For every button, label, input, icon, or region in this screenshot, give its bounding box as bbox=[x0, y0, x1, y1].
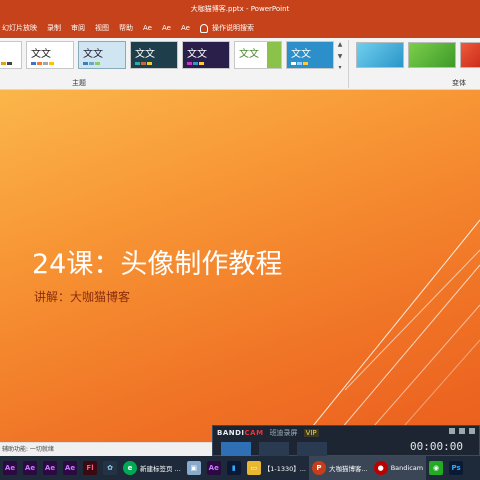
slide-title[interactable]: 24课：头像制作教程 bbox=[32, 242, 282, 281]
after-effects-icon: Ae bbox=[23, 461, 37, 475]
after-effects-icon: Ae bbox=[63, 461, 77, 475]
taskbar-item[interactable]: ✿ bbox=[100, 456, 120, 480]
tab-help[interactable]: 帮助 bbox=[119, 23, 133, 33]
bandicam-logo: BANDICAM bbox=[217, 429, 264, 437]
taskbar-item[interactable]: Ae bbox=[60, 456, 80, 480]
bandicam-product-name: 班迪录屏 bbox=[269, 429, 298, 437]
taskbar-item[interactable]: Ae bbox=[0, 456, 20, 480]
minimize-icon[interactable] bbox=[459, 428, 465, 434]
taskbar-item[interactable]: Ps bbox=[446, 456, 466, 480]
taskbar-item[interactable]: Ae bbox=[204, 456, 224, 480]
wechat-icon: ◉ bbox=[429, 461, 444, 475]
taskbar-item[interactable]: Ae bbox=[20, 456, 40, 480]
theme-thumb-pattern[interactable]: 文文 bbox=[78, 41, 126, 69]
photo-viewer-icon: ▣ bbox=[186, 461, 201, 475]
close-icon[interactable] bbox=[469, 428, 475, 434]
tab-view[interactable]: 视图 bbox=[95, 23, 109, 33]
variant-thumb-red[interactable] bbox=[460, 42, 480, 68]
ribbon-tabs: 幻灯片放映 录制 审阅 视图 帮助 Ae Ae Ae 操作说明搜索 bbox=[0, 18, 480, 38]
animate-icon: Fl bbox=[83, 461, 97, 475]
theme-sample-text: 文文 bbox=[187, 49, 207, 60]
variants-group-label: 变体 bbox=[452, 79, 466, 87]
variant-thumb-blue[interactable] bbox=[356, 42, 404, 68]
tab-record[interactable]: 录制 bbox=[47, 23, 61, 33]
bandicam-window-controls bbox=[449, 428, 475, 434]
edge-icon: e bbox=[123, 461, 137, 475]
chevron-up-icon[interactable]: ▲ bbox=[338, 41, 343, 48]
record-timer: 00:00:00 bbox=[410, 440, 463, 453]
taskbar-item[interactable]: ▮ bbox=[224, 456, 244, 480]
tab-ae-2[interactable]: Ae bbox=[162, 24, 171, 32]
app-icon: ✿ bbox=[103, 461, 117, 475]
tell-me-label: 操作说明搜索 bbox=[211, 24, 254, 32]
taskbar-item-folder[interactable]: ▭ 【1-1330】... bbox=[244, 456, 309, 480]
theme-thumb-partial[interactable] bbox=[0, 41, 22, 69]
theme-thumb-purple[interactable]: 文文 bbox=[182, 41, 230, 69]
ribbon-divider bbox=[348, 40, 349, 88]
chevron-down-icon[interactable]: ▼ bbox=[338, 53, 343, 60]
taskbar-item[interactable]: ◉ bbox=[426, 456, 446, 480]
theme-thumb-teal[interactable]: 文文 bbox=[130, 41, 178, 69]
photoshop-icon: Ps bbox=[449, 461, 464, 475]
after-effects-icon: Ae bbox=[206, 461, 221, 475]
theme-sample-text: 文文 bbox=[291, 49, 311, 60]
taskbar-item[interactable]: Ae bbox=[40, 456, 60, 480]
taskbar-item-bandicam[interactable]: ● Bandicam bbox=[370, 456, 427, 480]
taskbar: Ae Ae Ae Ae Fl ✿ e 新建标签页 ... ▣ Ae ▮ ▭ 【1-1… bbox=[0, 456, 480, 480]
more-icon[interactable]: ▾ bbox=[338, 64, 341, 71]
taskbar-label: 新建标签页 ... bbox=[140, 465, 181, 473]
themes-group-label: 主题 bbox=[72, 79, 86, 87]
theme-thumb-green[interactable]: 文文 bbox=[234, 41, 282, 69]
after-effects-icon: Ae bbox=[3, 461, 17, 475]
theme-sample-text: 文文 bbox=[239, 49, 259, 60]
folder-icon: ▭ bbox=[246, 461, 261, 475]
bandicam-window[interactable]: BANDICAM 班迪录屏 VIP 00:00:00 bbox=[212, 425, 480, 456]
after-effects-icon: Ae bbox=[43, 461, 57, 475]
taskbar-label: 大咖猫博客... bbox=[329, 465, 368, 473]
status-text: 辅助功能: 一切就绪 bbox=[2, 446, 54, 453]
lightbulb-icon bbox=[199, 23, 208, 33]
taskbar-label: 【1-1330】... bbox=[263, 465, 306, 473]
record-icon: ● bbox=[373, 461, 388, 475]
theme-sample-text: 文文 bbox=[83, 49, 103, 60]
taskbar-label: Bandicam bbox=[390, 464, 424, 472]
tab-slideshow[interactable]: 幻灯片放映 bbox=[2, 23, 37, 33]
taskbar-item-powerpoint[interactable]: P 大咖猫博客... bbox=[309, 456, 371, 480]
taskbar-item[interactable]: ▣ bbox=[184, 456, 204, 480]
photoshop-icon: ▮ bbox=[226, 461, 241, 475]
slide-subtitle[interactable]: 讲解：大咖猫博客 bbox=[34, 288, 130, 305]
theme-sample-text: 文文 bbox=[31, 49, 51, 60]
powerpoint-icon: P bbox=[312, 461, 326, 475]
theme-sample-text: 文文 bbox=[135, 49, 155, 60]
theme-thumb-office[interactable]: 文文 bbox=[26, 41, 74, 69]
tab-ae-1[interactable]: Ae bbox=[143, 24, 152, 32]
window-title: 大咖猫博客.pptx - PowerPoint bbox=[190, 5, 290, 13]
taskbar-item[interactable]: Fl bbox=[80, 456, 100, 480]
vip-badge[interactable]: VIP bbox=[303, 429, 319, 437]
theme-thumb-blue[interactable]: 文文 bbox=[286, 41, 334, 69]
game-mode-button[interactable] bbox=[259, 442, 289, 456]
taskbar-item-edge[interactable]: e 新建标签页 ... bbox=[120, 456, 184, 480]
tab-review[interactable]: 审阅 bbox=[71, 23, 85, 33]
slide-canvas[interactable]: 24课：头像制作教程 讲解：大咖猫博客 bbox=[0, 90, 480, 442]
folder-icon[interactable] bbox=[449, 428, 455, 434]
design-ribbon: 文文 文文 文文 文文 文文 文文 ▲ ▼ ▾ 主题 变体 bbox=[0, 38, 480, 90]
device-mode-button[interactable] bbox=[297, 442, 327, 456]
bandicam-header: BANDICAM 班迪录屏 VIP bbox=[213, 426, 479, 440]
screen-mode-button[interactable] bbox=[221, 442, 251, 456]
title-bar: 大咖猫博客.pptx - PowerPoint bbox=[0, 0, 480, 18]
tab-ae-3[interactable]: Ae bbox=[181, 24, 190, 32]
variant-thumb-green[interactable] bbox=[408, 42, 456, 68]
tell-me-search[interactable]: 操作说明搜索 bbox=[199, 23, 254, 33]
theme-gallery-scroll[interactable]: ▲ ▼ ▾ bbox=[336, 41, 344, 71]
